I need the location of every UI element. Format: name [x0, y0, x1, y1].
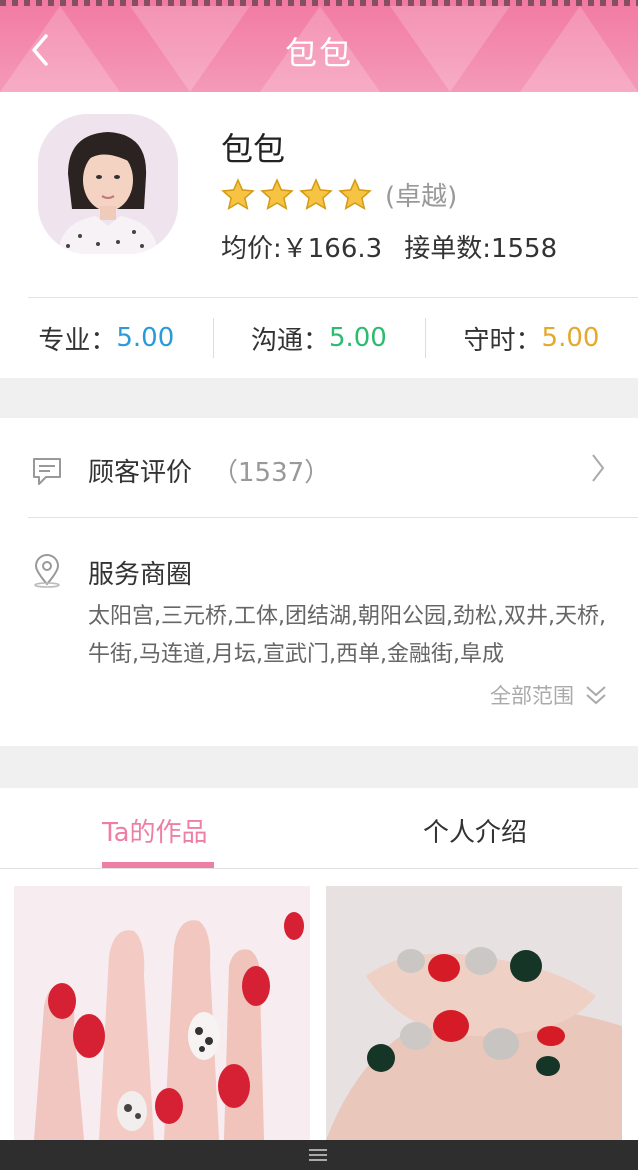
artist-name: 包包	[221, 130, 286, 168]
active-tab-indicator	[102, 862, 214, 868]
reviews-label: 顾客评价	[88, 458, 193, 488]
work-photo[interactable]	[14, 886, 310, 1140]
star-icon	[221, 177, 255, 210]
score-professional: 专业： 5.00	[0, 298, 213, 378]
section-spacer	[0, 378, 638, 418]
tab-introduction[interactable]: 个人介绍	[423, 812, 527, 849]
tab-works[interactable]: Ta的作品	[102, 812, 208, 849]
star-rating: (卓越)	[219, 176, 457, 213]
info-card: 顾客评价 （1537） 服务商圈 太阳宫,三元桥,工体,团结湖,朝阳公园,劲松,…	[0, 418, 638, 746]
star-icon	[338, 177, 372, 210]
reviews-count: （1537）	[212, 458, 331, 488]
score-value: 5.00	[328, 323, 387, 353]
score-breakdown: 专业： 5.00 沟通： 5.00 守时： 5.00	[0, 298, 638, 378]
score-punctuality: 守时： 5.00	[425, 298, 638, 378]
show-all-label: 全部范围	[490, 684, 574, 708]
star-icon	[299, 177, 333, 210]
nail-art-image	[14, 886, 310, 1140]
price-orders-line: 均价:￥166.3 接单数:1558	[221, 228, 557, 265]
service-area-title: 服务商圈	[88, 560, 193, 590]
order-count: 接单数:1558	[404, 234, 558, 264]
show-all-areas-button[interactable]: 全部范围	[490, 680, 608, 710]
divider	[28, 517, 638, 518]
content-tabs: Ta的作品 个人介绍	[0, 788, 638, 869]
score-label: 守时：	[463, 325, 542, 356]
location-pin-icon	[34, 554, 60, 588]
score-label: 沟通：	[250, 325, 329, 356]
avatar[interactable]	[38, 114, 178, 254]
level-badge: (卓越)	[385, 182, 458, 212]
system-bottom-bar	[0, 1140, 638, 1170]
double-chevron-down-icon	[586, 686, 606, 705]
works-gallery	[0, 870, 638, 1140]
work-photo[interactable]	[326, 886, 622, 1140]
star-icon	[260, 177, 294, 210]
nail-art-image	[326, 886, 622, 1140]
comment-icon	[33, 458, 61, 485]
score-value: 5.00	[541, 323, 600, 353]
artist-profile: 包包 (卓越) 均价:￥166.3 接单数:1558 专业： 5.00 沟通： …	[0, 92, 638, 378]
score-communication: 沟通： 5.00	[212, 298, 426, 378]
score-value: 5.00	[116, 323, 175, 353]
top-navigation-bar: 包包	[0, 0, 638, 92]
section-spacer	[0, 746, 638, 788]
score-label: 专业：	[38, 325, 117, 356]
chevron-right-icon	[592, 454, 605, 482]
customer-reviews-row[interactable]: 顾客评价 （1537）	[0, 418, 638, 518]
avatar-portrait-image	[38, 114, 178, 254]
service-area-list: 太阳宫,三元桥,工体,团结湖,朝阳公园,劲松,双井,天桥,牛街,马连道,月坛,宣…	[88, 604, 606, 667]
menu-grip-icon[interactable]	[309, 1148, 327, 1162]
page-title: 包包	[284, 34, 353, 72]
average-price: 均价:￥166.3	[221, 234, 383, 264]
